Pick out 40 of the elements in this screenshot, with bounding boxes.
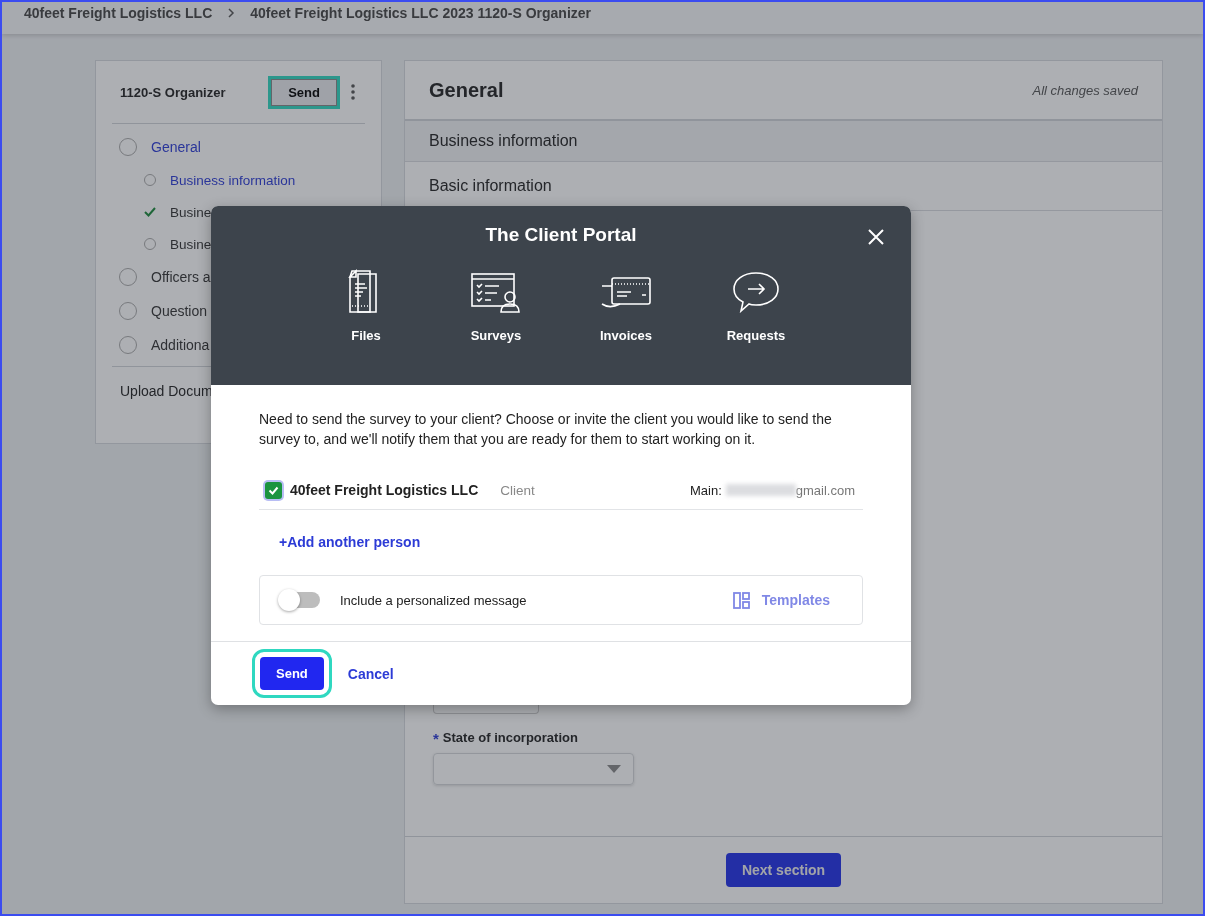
- feature-label: Requests: [726, 328, 786, 343]
- field-label: State of incorporation: [442, 730, 578, 747]
- step-link[interactable]: Busine: [170, 236, 212, 252]
- check-icon: [268, 484, 279, 496]
- section-title: General: [429, 78, 504, 102]
- feature-label: Invoices: [600, 328, 652, 343]
- next-section-button[interactable]: Next section: [725, 853, 842, 887]
- step-link[interactable]: Additiona: [151, 337, 210, 353]
- feature-label: Surveys: [470, 328, 522, 343]
- toggle-label: Include a personalized message: [340, 592, 528, 608]
- instructions-text: Need to send the survey to your client? Choose or invite the client you would like to send the survey to, and we'll notify them that you are ready for them to start working on it.: [259, 410, 833, 449]
- required-mark: *: [433, 730, 439, 747]
- step-link[interactable]: Officers a: [151, 269, 211, 285]
- breadcrumb-link[interactable]: 40feet Freight Logistics LLC 2023 1120-S Organizer: [250, 5, 592, 21]
- cancel-button[interactable]: Cancel: [347, 665, 394, 682]
- chevron-right-icon: [226, 8, 237, 18]
- blurred-text: [725, 484, 796, 496]
- section-header: Business information: [405, 121, 1162, 162]
- step-link[interactable]: Question: [151, 303, 208, 319]
- toggle-switch[interactable]: [280, 592, 320, 608]
- breadcrumb-link[interactable]: 40feet Freight Logistics LLC: [24, 5, 213, 21]
- layout-icon: [732, 591, 750, 609]
- recipient-name: 40feet Freight Logistics LLC: [290, 482, 479, 498]
- step-link[interactable]: Business information: [170, 172, 296, 188]
- caret-icon: [607, 765, 621, 773]
- email-label: Main:: [689, 482, 722, 498]
- organizer-title: 1120-S Organizer: [120, 84, 227, 100]
- send-button[interactable]: Send: [271, 78, 337, 106]
- feature-label: Files: [351, 328, 381, 343]
- checkbox[interactable]: [265, 481, 282, 499]
- email-domain: gmail.com: [795, 482, 855, 498]
- add-person-link[interactable]: +Add another person: [279, 534, 421, 550]
- close-button[interactable]: [867, 228, 885, 246]
- recipient-role: Client: [500, 482, 536, 498]
- step-link[interactable]: Busine: [170, 204, 212, 220]
- templates-button[interactable]: Templates: [732, 591, 830, 609]
- more-options-icon[interactable]: [351, 83, 355, 101]
- step-link[interactable]: General: [151, 139, 201, 155]
- save-status: All changes saved: [1032, 82, 1138, 98]
- dialog-title: The Client Portal: [485, 224, 637, 246]
